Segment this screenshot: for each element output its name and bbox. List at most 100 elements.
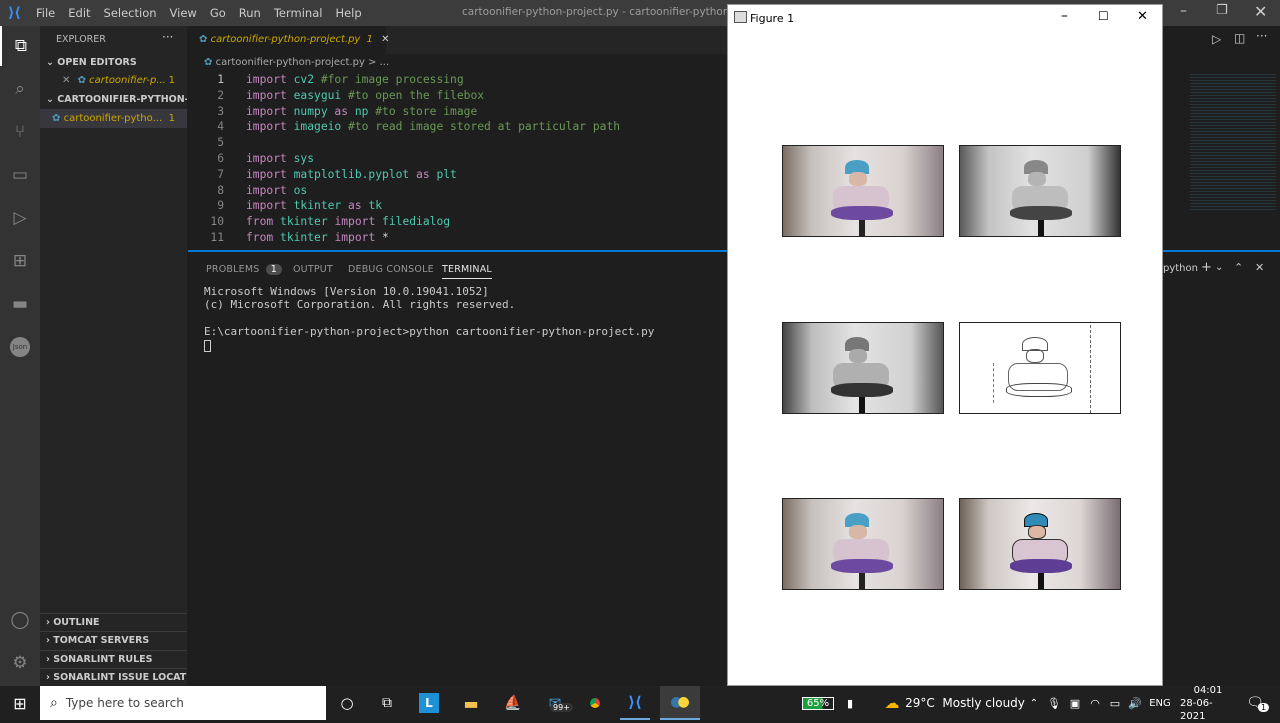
project-section[interactable]: ⌄ CARTOONIFIER-PYTHON-P... — [40, 91, 187, 109]
settings-gear-icon[interactable]: ⚙ — [0, 643, 40, 683]
restore-icon[interactable]: ❐ — [1216, 3, 1228, 18]
open-editor-item[interactable]: ✕ ✿ cartoonifier-p... 1 — [40, 72, 187, 90]
microphone-icon[interactable]: 🎙 — [1046, 686, 1062, 720]
minimize-icon[interactable]: – — [1180, 3, 1187, 19]
mail-icon[interactable]: ✉99+ — [540, 686, 573, 720]
code-token: #for image processing — [320, 73, 464, 86]
app-l-icon[interactable]: L — [414, 686, 444, 720]
code-token: matplotlib.pyplot — [293, 167, 417, 181]
search-icon[interactable]: ⌕ — [0, 69, 40, 109]
code-token: import — [246, 167, 294, 181]
menu-file[interactable]: File — [36, 6, 55, 20]
remote-explorer-icon[interactable]: ▭ — [0, 155, 40, 195]
breadcrumb[interactable]: ✿ cartoonifier-python-project.py > ... — [204, 57, 389, 68]
code-token: as — [348, 199, 369, 213]
menu-help[interactable]: Help — [335, 6, 361, 20]
line-number: 3 — [217, 104, 224, 118]
code-line[interactable]: 11 from tkinter import * — [188, 230, 726, 246]
battery-indicator[interactable]: 65% — [796, 686, 840, 720]
weather-cloud-icon[interactable]: ☁ — [880, 686, 904, 720]
figure-maximize-icon[interactable]: ☐ — [1098, 9, 1109, 23]
maximize-panel-icon[interactable]: ⌃ — [1234, 261, 1243, 274]
project-file-item[interactable]: ✿ cartoonifier-pytho... 1 — [40, 109, 187, 128]
taskbar-search-box[interactable]: ⌕ Type here to search — [40, 686, 326, 720]
code-line[interactable]: 1 import cv2 #for image processing — [188, 72, 726, 88]
volume-icon[interactable]: 🔊 — [1126, 686, 1144, 720]
task-view-icon[interactable]: ⧉ — [370, 686, 404, 720]
python-taskbar-icon[interactable]: ● ● — [660, 686, 700, 720]
code-line[interactable]: 2 import easygui #to open the filebox — [188, 88, 726, 104]
sonarlint-issue-section[interactable]: › SONARLINT ISSUE LOCATIO... — [40, 668, 187, 686]
code-editor[interactable]: 1 import cv2 #for image processing 2 import… — [188, 72, 726, 248]
code-line[interactable]: 6 import sys — [188, 151, 726, 167]
app-ship-icon[interactable]: ⛵ — [498, 686, 528, 720]
menu-terminal[interactable]: Terminal — [274, 6, 323, 20]
battery-percent: 65% — [801, 696, 835, 710]
tomcat-servers-section[interactable]: › TOMCAT SERVERS — [40, 631, 187, 649]
account-icon[interactable]: ◯ — [0, 600, 40, 640]
terminal-output[interactable]: Microsoft Windows [Version 10.0.19041.10… — [204, 285, 654, 339]
source-control-icon[interactable]: ⑂ — [0, 112, 40, 152]
close-icon[interactable]: ✕ — [1254, 2, 1267, 21]
menu-edit[interactable]: Edit — [68, 6, 90, 20]
tab-problems[interactable]: PROBLEMS 1 — [206, 264, 282, 275]
folder-icon[interactable]: ▬ — [0, 284, 40, 324]
code-line[interactable]: 4 import imageio #to read image stored at… — [188, 119, 726, 135]
chevron-down-icon[interactable]: ⌄ — [1215, 262, 1223, 273]
new-terminal-icon[interactable]: + — [1201, 260, 1212, 275]
tab-close-icon[interactable]: ✕ — [381, 34, 389, 45]
menu-selection[interactable]: Selection — [104, 6, 157, 20]
wifi-icon[interactable]: ◠ — [1086, 686, 1104, 720]
chrome-icon[interactable] — [580, 686, 610, 720]
close-panel-icon[interactable]: ✕ — [1255, 261, 1264, 274]
menu-run[interactable]: Run — [239, 6, 261, 20]
split-editor-icon[interactable]: ◫ — [1234, 31, 1245, 45]
figure-minimize-icon[interactable]: – — [1061, 8, 1068, 24]
editor-more-icon[interactable]: ··· — [1256, 29, 1267, 43]
code-token: import — [246, 183, 294, 197]
tab-terminal[interactable]: TERMINAL — [442, 264, 492, 279]
code-line[interactable]: 5 — [188, 135, 726, 151]
windows-start-icon[interactable]: ⊞ — [0, 686, 40, 720]
json-icon[interactable]: Json — [0, 327, 40, 367]
terminal-dropdown[interactable]: python — [1163, 263, 1198, 274]
menu-view[interactable]: View — [170, 6, 197, 20]
show-hidden-icons[interactable]: ⌃ — [1026, 686, 1042, 720]
network-icon[interactable]: ▭ — [1106, 686, 1124, 720]
outline-section[interactable]: › OUTLINE — [40, 613, 187, 631]
tab-debug-console[interactable]: DEBUG CONSOLE — [348, 264, 434, 275]
explorer-icon[interactable]: ⧉ — [0, 26, 40, 66]
code-line[interactable]: 3 import numpy as np #to store image — [188, 104, 726, 120]
device-icon[interactable]: ▣ — [1066, 686, 1084, 720]
extensions-icon[interactable]: ⊞ — [0, 241, 40, 281]
editor-tab-active[interactable]: ✿ cartoonifier-python-project.py 1 ✕ — [188, 26, 389, 54]
line-number: 4 — [217, 120, 224, 134]
language-indicator[interactable]: ENG — [1146, 686, 1174, 720]
code-token: #to open the filebox — [348, 88, 485, 102]
code-line[interactable]: 8 import os — [188, 183, 726, 199]
code-line[interactable]: 7 import matplotlib.pyplot as plt — [188, 167, 726, 183]
clock[interactable]: 04:01 28-06-2021 — [1180, 685, 1236, 722]
open-editors-section[interactable]: ⌄ OPEN EDITORS — [40, 54, 187, 72]
code-line[interactable]: 9 import tkinter as tk — [188, 198, 726, 214]
figure-close-icon[interactable]: ✕ — [1137, 9, 1148, 24]
code-token: import — [246, 151, 294, 165]
weather-text[interactable]: 29°C Mostly cloudy — [905, 686, 1025, 720]
code-token: #to store image — [375, 104, 478, 118]
code-token: * — [382, 230, 389, 244]
run-debug-icon[interactable]: ▷ — [0, 198, 40, 238]
code-line[interactable]: 10 from tkinter import filedialog — [188, 214, 726, 230]
close-editor-icon[interactable]: ✕ — [62, 75, 70, 86]
run-file-icon[interactable]: ▷ — [1212, 32, 1221, 46]
sonarlint-rules-section[interactable]: › SONARLINT RULES — [40, 650, 187, 668]
tab-output[interactable]: OUTPUT — [293, 264, 333, 275]
notification-icon[interactable]: 🗨 1 — [1240, 686, 1270, 720]
code-token: import — [334, 230, 383, 244]
minimap[interactable] — [1190, 72, 1276, 212]
cortana-icon[interactable]: ○ — [330, 686, 364, 720]
menu-go[interactable]: Go — [210, 6, 226, 20]
vscode-taskbar-icon[interactable]: ⟩⟨ — [620, 686, 650, 720]
python-file-icon: ✿ — [199, 34, 208, 45]
more-actions-icon[interactable]: ··· — [162, 30, 173, 44]
file-explorer-icon[interactable]: ▬ — [456, 686, 486, 720]
